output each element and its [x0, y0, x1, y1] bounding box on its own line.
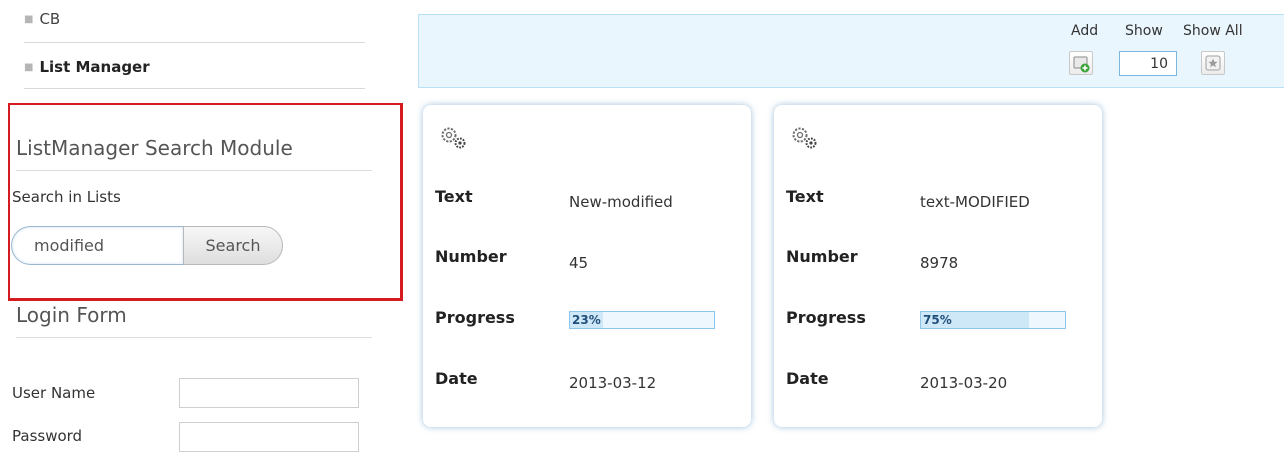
add-item-icon	[1073, 56, 1090, 73]
star-icon	[1205, 55, 1221, 71]
date-label: Date	[435, 369, 478, 388]
progress-text: 75%	[923, 313, 952, 327]
list-card: Text text-MODIFIED Number 8978 Progress …	[774, 105, 1102, 427]
date-label: Date	[786, 369, 829, 388]
text-value: text-MODIFIED	[920, 193, 1030, 211]
show-label: Show	[1125, 23, 1163, 39]
text-value: New-modified	[569, 193, 673, 211]
username-label: User Name	[12, 384, 96, 402]
show-count-input[interactable]	[1119, 51, 1177, 76]
text-label: Text	[435, 187, 473, 206]
password-label: Password	[12, 427, 83, 445]
gears-icon	[792, 127, 817, 149]
highlight-frame	[8, 103, 403, 301]
nav-item-label: CB	[39, 10, 61, 28]
add-button[interactable]	[1069, 51, 1093, 75]
list-card: Text New-modified Number 45 Progress 23%…	[423, 105, 751, 427]
add-label: Add	[1071, 23, 1099, 39]
username-field[interactable]	[179, 378, 359, 408]
date-value: 2013-03-20	[920, 374, 1008, 392]
text-label: Text	[786, 187, 824, 206]
progress-label: Progress	[435, 308, 515, 327]
show-all-label: Show All	[1183, 23, 1243, 39]
show-all-button[interactable]	[1201, 51, 1225, 75]
number-label: Number	[435, 247, 507, 266]
login-form-title: Login Form	[16, 303, 372, 338]
progress-bar: 23%	[569, 311, 715, 329]
gears-icon	[441, 127, 466, 149]
progress-text: 23%	[572, 313, 601, 327]
bullet-icon: ■	[24, 62, 34, 73]
number-label: Number	[786, 247, 858, 266]
nav-item-label: List Manager	[39, 58, 150, 76]
nav-item-cb[interactable]: ■ CB	[24, 10, 365, 43]
progress-label: Progress	[786, 308, 866, 327]
nav-item-list-manager[interactable]: ■ List Manager	[24, 58, 365, 89]
number-value: 45	[569, 254, 589, 272]
number-value: 8978	[920, 254, 959, 272]
password-field[interactable]	[179, 422, 359, 452]
progress-bar: 75%	[920, 311, 1066, 329]
bullet-icon: ■	[24, 14, 34, 25]
list-toolbar: Add Show Show All	[418, 14, 1284, 88]
date-value: 2013-03-12	[569, 374, 657, 392]
